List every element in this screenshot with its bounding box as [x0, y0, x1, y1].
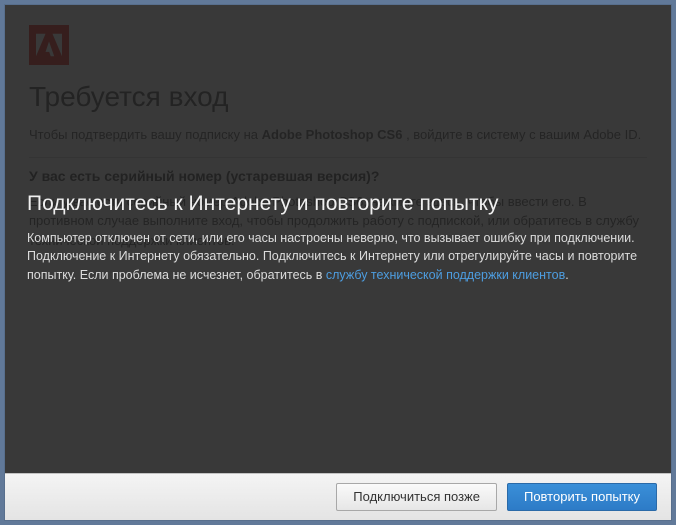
modal-overlay: Подключитесь к Интернету и повторите поп… [5, 5, 671, 520]
modal-content: Подключитесь к Интернету и повторите поп… [5, 185, 671, 284]
modal-body-post: . [565, 268, 568, 282]
button-bar: Подключиться позже Повторить попытку [5, 473, 671, 520]
dialog-window: Требуется вход Чтобы подтвердить вашу по… [5, 5, 671, 520]
modal-body: Компьютер отключен от сети, или его часы… [27, 229, 649, 283]
retry-button[interactable]: Повторить попытку [507, 483, 657, 511]
connect-later-button[interactable]: Подключиться позже [336, 483, 497, 511]
modal-title: Подключитесь к Интернету и повторите поп… [27, 191, 649, 217]
support-link[interactable]: службу технической поддержки клиентов [326, 268, 565, 282]
